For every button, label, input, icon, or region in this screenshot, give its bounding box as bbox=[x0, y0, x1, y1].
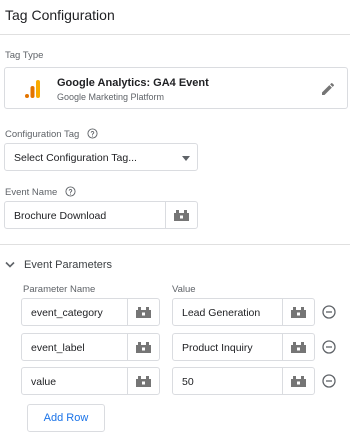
remove-row-icon[interactable] bbox=[322, 374, 336, 388]
chevron-down-icon[interactable] bbox=[5, 261, 15, 269]
event-name-label: Event Name bbox=[5, 186, 76, 198]
parameter-name-field[interactable]: event_category bbox=[21, 298, 160, 326]
parameter-name-field[interactable]: value bbox=[21, 367, 160, 395]
variable-picker-button[interactable] bbox=[127, 334, 159, 360]
parameter-name-field[interactable]: event_label bbox=[21, 333, 160, 361]
variable-brick-icon bbox=[291, 375, 306, 387]
pencil-icon[interactable] bbox=[320, 81, 336, 97]
add-row-button[interactable]: Add Row bbox=[27, 404, 105, 432]
parameter-value: Product Inquiry bbox=[182, 342, 253, 354]
variable-picker-button[interactable] bbox=[127, 299, 159, 325]
variable-brick-icon bbox=[291, 341, 306, 353]
variable-brick-icon bbox=[174, 209, 189, 221]
event-name-label-text: Event Name bbox=[5, 187, 58, 198]
tag-type-card[interactable]: Google Analytics: GA4 Event Google Marke… bbox=[4, 67, 348, 109]
remove-row-icon[interactable] bbox=[322, 305, 336, 319]
variable-picker-button[interactable] bbox=[127, 368, 159, 394]
parameter-value-field[interactable]: Product Inquiry bbox=[172, 333, 315, 361]
variable-picker-button[interactable] bbox=[282, 334, 314, 360]
parameter-value-field[interactable]: Lead Generation bbox=[172, 298, 315, 326]
variable-picker-button[interactable] bbox=[282, 299, 314, 325]
variable-picker-button[interactable] bbox=[282, 368, 314, 394]
dropdown-caret-icon bbox=[182, 156, 190, 161]
page-title: Tag Configuration bbox=[5, 7, 115, 23]
remove-row-icon[interactable] bbox=[322, 340, 336, 354]
help-icon[interactable] bbox=[87, 128, 98, 139]
event-parameters-title[interactable]: Event Parameters bbox=[24, 259, 112, 271]
configuration-tag-label-text: Configuration Tag bbox=[5, 129, 80, 140]
section-divider bbox=[0, 244, 350, 245]
parameter-name-value: event_label bbox=[31, 342, 85, 354]
title-divider bbox=[0, 34, 350, 35]
variable-brick-icon bbox=[136, 341, 151, 353]
value-column-header: Value bbox=[172, 284, 196, 295]
variable-brick-icon bbox=[291, 306, 306, 318]
parameter-name-value: value bbox=[31, 376, 57, 388]
variable-brick-icon bbox=[136, 375, 151, 387]
parameter-name-value: event_category bbox=[31, 307, 103, 319]
google-analytics-icon bbox=[25, 80, 40, 98]
configuration-tag-select[interactable]: Select Configuration Tag... bbox=[4, 143, 198, 171]
event-name-field[interactable]: Brochure Download bbox=[4, 201, 198, 229]
tag-type-name: Google Analytics: GA4 Event bbox=[57, 77, 209, 89]
configuration-tag-selected: Select Configuration Tag... bbox=[14, 152, 137, 164]
parameter-value: Lead Generation bbox=[182, 307, 261, 319]
tag-type-platform: Google Marketing Platform bbox=[57, 92, 165, 102]
variable-brick-icon bbox=[136, 306, 151, 318]
parameter-value: 50 bbox=[182, 376, 194, 388]
event-name-value: Brochure Download bbox=[14, 210, 107, 222]
parameter-name-column-header: Parameter Name bbox=[23, 284, 96, 295]
tag-type-label: Tag Type bbox=[5, 50, 44, 61]
configuration-tag-label: Configuration Tag bbox=[5, 128, 98, 140]
help-icon[interactable] bbox=[65, 186, 76, 197]
variable-picker-button[interactable] bbox=[165, 202, 197, 228]
parameter-value-field[interactable]: 50 bbox=[172, 367, 315, 395]
